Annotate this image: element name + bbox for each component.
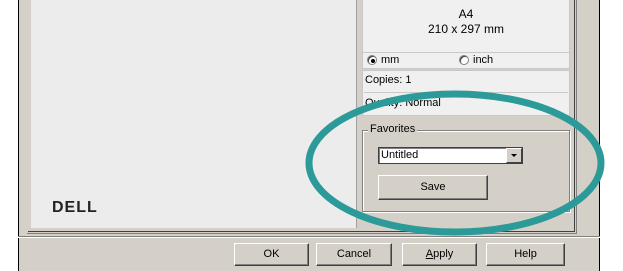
window-edge-right (599, 0, 600, 271)
quality-info: Quality: Normal (365, 97, 441, 109)
chevron-down-icon (511, 154, 517, 157)
apply-button[interactable]: Apply (402, 243, 477, 266)
info-separator (364, 92, 568, 93)
favorites-legend: Favorites (368, 123, 418, 135)
button-bar-separator-highlight (18, 237, 600, 238)
ok-button[interactable]: OK (234, 243, 309, 266)
apply-button-label: Apply (425, 248, 454, 260)
copies-info: Copies: 1 (365, 74, 412, 86)
page-preview-area (31, 0, 356, 228)
help-button[interactable]: Help (486, 243, 565, 266)
paper-dimensions: 210 x 297 mm (427, 22, 505, 36)
save-favorite-button[interactable]: Save (378, 175, 488, 200)
dropdown-arrow-button[interactable] (506, 148, 522, 163)
unit-mm-label[interactable]: mm (381, 54, 399, 66)
favorites-selected-value: Untitled (381, 149, 419, 161)
dell-logo: DELL (52, 199, 98, 217)
window-edge-left (18, 0, 19, 271)
unit-inch-label[interactable]: inch (473, 54, 493, 66)
paper-size-name: A4 (458, 7, 474, 21)
preview-divider (356, 0, 357, 228)
unit-mm-radio[interactable] (367, 55, 377, 65)
unit-inch-radio[interactable] (459, 55, 469, 65)
radio-selected-dot (371, 59, 375, 63)
cancel-button[interactable]: Cancel (316, 243, 392, 266)
dell-logo-text: DELL (52, 199, 98, 216)
